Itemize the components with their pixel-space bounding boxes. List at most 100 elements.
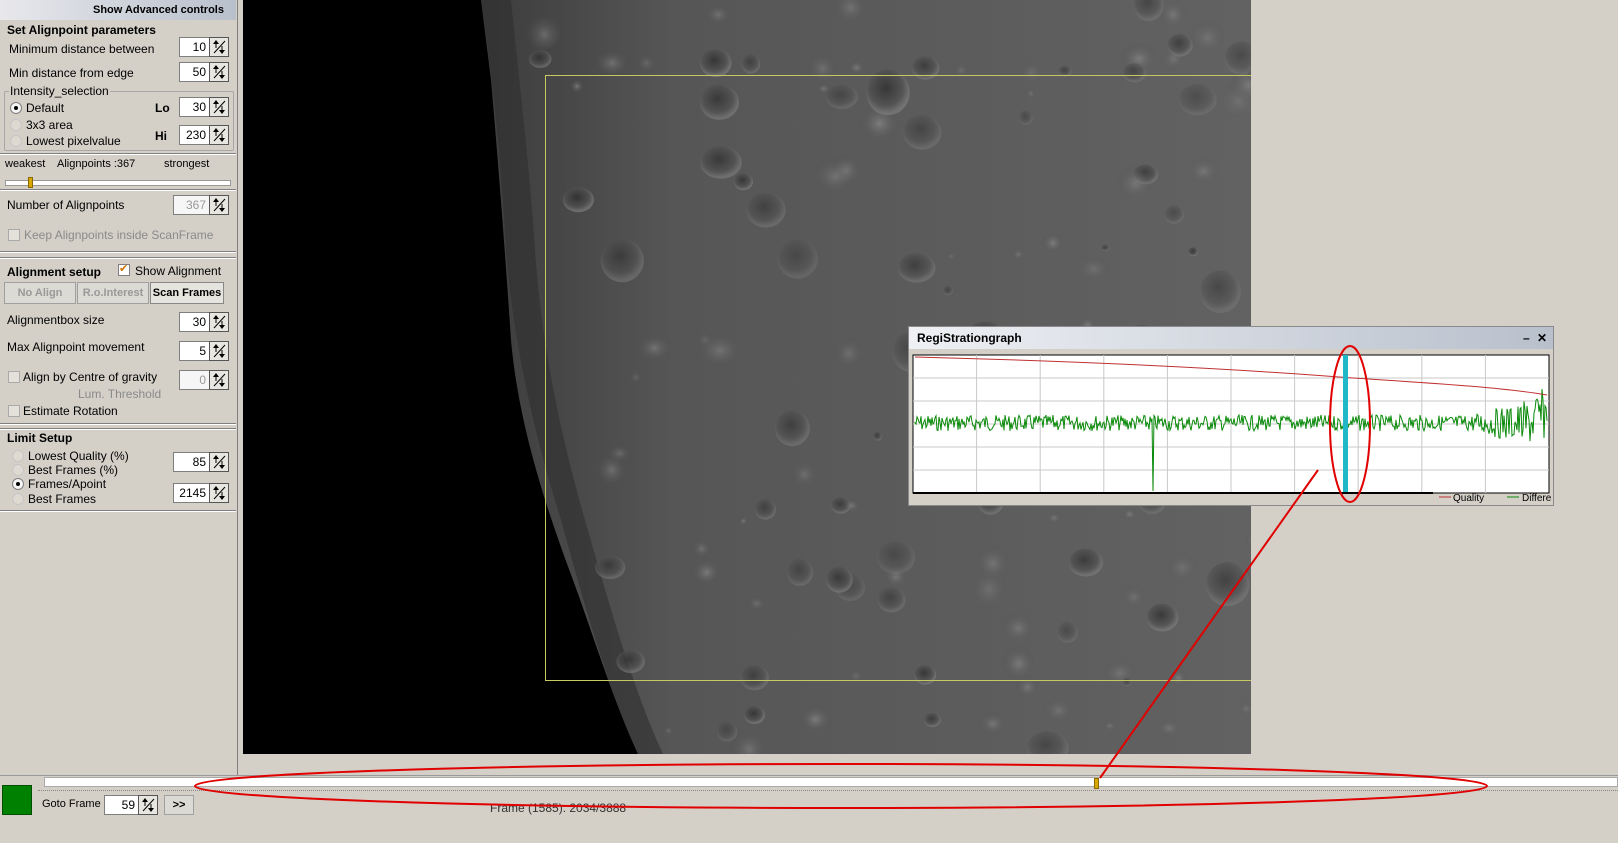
intensity-selection-title: Intensity_selection (9, 84, 110, 98)
max-movement-spinner[interactable] (209, 341, 229, 361)
next-frame-button[interactable]: >> (164, 795, 194, 815)
best-frames-label: Best Frames (28, 492, 97, 506)
limit-value-input-1[interactable]: 85 (173, 452, 209, 472)
goto-frame-spinner[interactable] (138, 795, 158, 815)
crater (700, 49, 732, 78)
frame-timeline-thumb[interactable] (1094, 778, 1099, 789)
radio-default-label: Default (26, 101, 65, 115)
divider (0, 153, 236, 155)
registration-plot[interactable]: Quality Differe (909, 353, 1553, 505)
graph-window-title: RegiStrationgraph (917, 331, 1022, 345)
timeline-ruler (38, 790, 1618, 791)
limit-value-input-2[interactable]: 2145 (173, 483, 209, 503)
min-distance-spinner[interactable] (209, 37, 229, 57)
radio-lowest-quality[interactable] (12, 450, 24, 462)
radio-frames-apoint[interactable] (12, 478, 24, 490)
crater (977, 710, 1006, 733)
alignmentbox-size-label: Alignmentbox size (7, 313, 105, 327)
centre-gravity-checkbox[interactable] (8, 371, 20, 383)
alignmentbox-size-spinner[interactable] (209, 312, 229, 332)
crater (528, 50, 552, 68)
crater (1102, 719, 1116, 731)
crater (524, 11, 561, 50)
limit-value-spinner-2[interactable] (209, 483, 229, 503)
radio-default[interactable] (10, 102, 22, 114)
hi-label: Hi (155, 129, 167, 143)
scan-frames-button[interactable]: Scan Frames (150, 282, 224, 304)
max-movement-label: Max Alignpoint movement (7, 340, 145, 354)
lo-label: Lo (155, 101, 170, 115)
show-alignment-checkbox[interactable] (118, 262, 130, 276)
goto-frame-input[interactable]: 59 (104, 795, 138, 815)
crater (744, 706, 765, 725)
alignpoint-params-title: Set Alignpoint parameters (7, 23, 156, 37)
crater (593, 47, 628, 74)
legend-difference-label: Differe (1522, 493, 1552, 504)
min-edge-spinner[interactable] (209, 62, 229, 82)
keep-inside-label: Keep Alignpoints inside ScanFrame (24, 228, 214, 242)
number-alignpoints-label: Number of Alignpoints (7, 198, 125, 212)
graph-window-titlebar[interactable]: RegiStrationgraph – ✕ (909, 327, 1553, 349)
max-movement-input[interactable]: 5 (179, 341, 209, 361)
show-alignment-label: Show Alignment (135, 264, 222, 278)
frame-timeline[interactable] (44, 777, 1618, 787)
number-alignpoints-input[interactable]: 367 (173, 195, 209, 215)
minimize-icon[interactable]: – (1523, 331, 1530, 345)
divider (0, 189, 236, 191)
limit-value-spinner-1[interactable] (209, 452, 229, 472)
status-indicator (2, 785, 32, 815)
divider (0, 423, 236, 425)
crater (1041, 694, 1073, 721)
crater (704, 2, 730, 23)
keep-inside-checkbox[interactable] (8, 229, 20, 241)
alignmentbox-size-input[interactable]: 30 (179, 312, 209, 332)
estimate-rotation-checkbox[interactable] (8, 405, 20, 417)
alignpoints-count-label: Alignpoints :367 (57, 158, 136, 170)
control-panel: Show Advanced controls Set Alignpoint pa… (0, 0, 238, 800)
goto-frame-label: Goto Frame (42, 798, 101, 810)
number-alignpoints-spinner[interactable] (209, 195, 229, 215)
crater (635, 51, 656, 71)
strength-slider-thumb[interactable] (28, 177, 33, 188)
radio-best-frames[interactable] (12, 493, 24, 505)
crater (847, 59, 865, 74)
crater (1167, 34, 1193, 57)
lum-threshold-spinner[interactable] (209, 370, 229, 390)
estimate-rotation-label: Estimate Rotation (23, 404, 118, 418)
min-edge-input[interactable]: 50 (179, 62, 209, 82)
radio-3x3-area[interactable] (10, 119, 22, 131)
limit-setup-title: Limit Setup (7, 431, 73, 445)
crater (798, 703, 830, 731)
lowest-quality-label: Lowest Quality (%) (28, 449, 129, 463)
crater (741, 54, 761, 74)
radio-best-frames-pct[interactable] (12, 464, 24, 476)
min-distance-input[interactable]: 10 (179, 37, 209, 57)
frames-apoint-label: Frames/Apoint (28, 477, 107, 491)
roi-button[interactable]: R.o.Interest (77, 282, 149, 304)
show-advanced-link[interactable]: Show Advanced controls (93, 4, 224, 16)
registration-graph-window[interactable]: RegiStrationgraph – ✕ Quality Differe (908, 326, 1554, 506)
alignment-setup-title: Alignment setup (7, 265, 102, 279)
min-distance-label: Minimum distance between (9, 42, 155, 56)
lo-spinner[interactable] (209, 97, 229, 117)
min-edge-label: Min distance from edge (9, 66, 134, 80)
divider (0, 510, 236, 512)
crater (717, 721, 738, 742)
divider (0, 257, 236, 259)
radio-lowest-pixel[interactable] (10, 135, 22, 147)
no-align-button[interactable]: No Align (4, 282, 76, 304)
crater (663, 724, 673, 735)
crater (923, 713, 941, 727)
weakest-label: weakest (5, 158, 46, 170)
close-icon[interactable]: ✕ (1537, 331, 1547, 345)
best-frames-pct-label: Best Frames (%) (28, 463, 119, 477)
centre-gravity-label: Align by Centre of gravity (23, 370, 158, 384)
show-advanced-bar[interactable]: Show Advanced controls (0, 0, 236, 20)
strength-slider[interactable] (5, 177, 231, 188)
radio-3x3-label: 3x3 area (26, 118, 73, 132)
hi-spinner[interactable] (209, 125, 229, 145)
lum-threshold-input[interactable]: 0 (179, 370, 209, 390)
hi-input[interactable]: 230 (179, 125, 209, 145)
lo-input[interactable]: 30 (179, 97, 209, 117)
crater (1156, 717, 1180, 736)
